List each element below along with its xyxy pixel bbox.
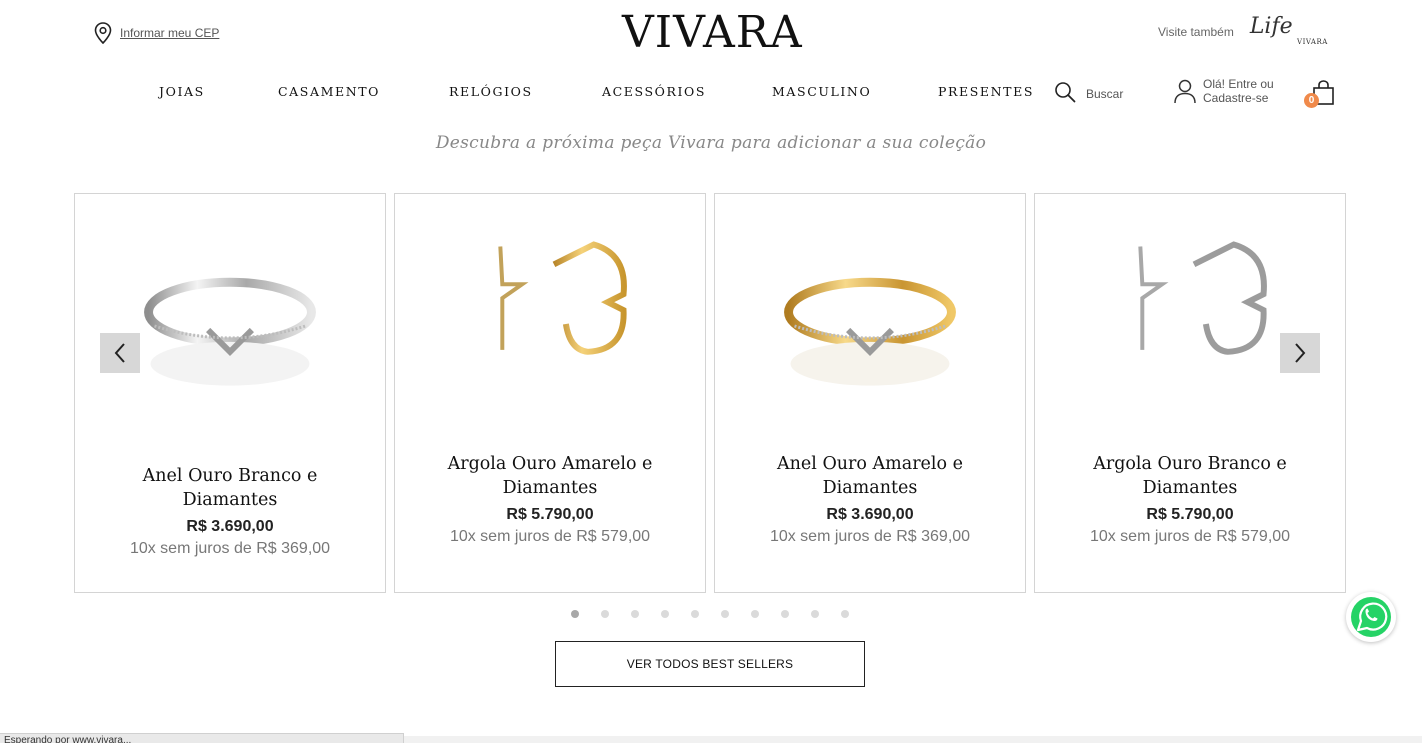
section-subtitle: Descubra a próxima peça Vivara para adic… [435, 133, 987, 153]
cart-button[interactable]: 0 [1304, 79, 1334, 109]
carousel-dot[interactable] [601, 610, 609, 618]
search-label: Buscar [1086, 87, 1124, 101]
product-image-yellow-ring [784, 277, 956, 386]
vivara-logo[interactable]: VIVARA [622, 7, 803, 58]
cart-count-badge: 0 [1304, 93, 1319, 108]
product-price: R$ 5.790,00 [506, 506, 594, 523]
carousel-dot[interactable] [811, 610, 819, 618]
nav-item-relogios[interactable]: RELÓGIOS [449, 84, 533, 99]
product-price: R$ 3.690,00 [826, 506, 914, 523]
product-card[interactable]: Argola Ouro Amarelo e Diamantes R$ 5.790… [394, 193, 706, 593]
carousel-dot[interactable] [751, 610, 759, 618]
product-installments: 10x sem juros de R$ 579,00 [449, 528, 651, 545]
cep-link[interactable]: Informar meu CEP [94, 22, 219, 44]
product-image-yellow-hoop [498, 241, 627, 355]
product-price: R$ 3.690,00 [186, 518, 274, 535]
product-installments: 10x sem juros de R$ 369,00 [769, 528, 971, 545]
product-card[interactable]: Anel Ouro Amarelo e Diamantes R$ 3.690,0… [714, 193, 1026, 593]
see-all-best-sellers-button[interactable]: VER TODOS BEST SELLERS [555, 641, 865, 687]
product-image-white-ring [144, 277, 316, 386]
cep-label: Informar meu CEP [120, 26, 220, 40]
product-name[interactable]: Anel Ouro Amarelo e Diamantes [715, 452, 1025, 500]
user-icon [1174, 79, 1196, 104]
chevron-left-icon [114, 343, 125, 363]
whatsapp-button[interactable] [1346, 592, 1396, 642]
product-installments: 10x sem juros de R$ 579,00 [1089, 528, 1291, 545]
product-card[interactable]: Argola Ouro Branco e Diamantes R$ 5.790,… [1034, 193, 1346, 593]
nav-item-masculino[interactable]: MASCULINO [772, 84, 871, 99]
life-logo[interactable]: Life VIVARA [1248, 14, 1330, 48]
life-logo-sub: VIVARA [1297, 38, 1328, 46]
product-name[interactable]: Argola Ouro Branco e Diamantes [1035, 452, 1345, 500]
product-name[interactable]: Argola Ouro Amarelo e Diamantes [395, 452, 705, 500]
chevron-right-icon [1295, 343, 1306, 363]
account-button[interactable]: Olá! Entre ou Cadastre-se [1173, 77, 1281, 105]
carousel-dot[interactable] [721, 610, 729, 618]
search-button[interactable]: Buscar [1054, 81, 1123, 103]
product-info: Argola Ouro Amarelo e Diamantes R$ 5.790… [395, 452, 705, 546]
product-installments: 10x sem juros de R$ 369,00 [129, 540, 331, 557]
carousel-next-button[interactable] [1280, 333, 1320, 373]
nav-item-presentes[interactable]: PRESENTES [938, 84, 1034, 99]
carousel-dot[interactable] [571, 610, 579, 618]
nav-item-acessorios[interactable]: ACESSÓRIOS [602, 84, 706, 99]
product-info: Anel Ouro Branco e Diamantes R$ 3.690,00… [75, 464, 385, 558]
carousel-dot[interactable] [691, 610, 699, 618]
nav-item-casamento[interactable]: CASAMENTO [278, 84, 380, 99]
product-card[interactable]: Anel Ouro Branco e Diamantes R$ 3.690,00… [74, 193, 386, 593]
account-label: Olá! Entre ou Cadastre-se [1203, 77, 1274, 105]
status-text: Esperando por www.vivara... [4, 735, 132, 743]
product-price: R$ 5.790,00 [1146, 506, 1234, 523]
product-image-white-hoop [1138, 241, 1267, 355]
product-info: Argola Ouro Branco e Diamantes R$ 5.790,… [1035, 452, 1345, 546]
nav-item-joias[interactable]: JOIAS [159, 84, 205, 99]
location-pin-icon [94, 22, 112, 44]
carousel-pagination [571, 610, 849, 618]
whatsapp-icon [1351, 597, 1391, 637]
carousel-dot[interactable] [781, 610, 789, 618]
horizontal-scrollbar[interactable] [404, 736, 1422, 743]
product-name[interactable]: Anel Ouro Branco e Diamantes [75, 464, 385, 512]
life-logo-script: Life [1249, 14, 1293, 39]
carousel-dot[interactable] [661, 610, 669, 618]
carousel-dot[interactable] [841, 610, 849, 618]
visit-also-label: Visite também [1158, 25, 1234, 39]
product-info: Anel Ouro Amarelo e Diamantes R$ 3.690,0… [715, 452, 1025, 546]
carousel-dot[interactable] [631, 610, 639, 618]
browser-status-bar: Esperando por www.vivara... [0, 733, 404, 743]
logo-text: VIVARA [622, 7, 803, 58]
search-icon [1055, 82, 1076, 103]
visit-also: Visite também Life VIVARA [1158, 14, 1330, 48]
carousel-prev-button[interactable] [100, 333, 140, 373]
